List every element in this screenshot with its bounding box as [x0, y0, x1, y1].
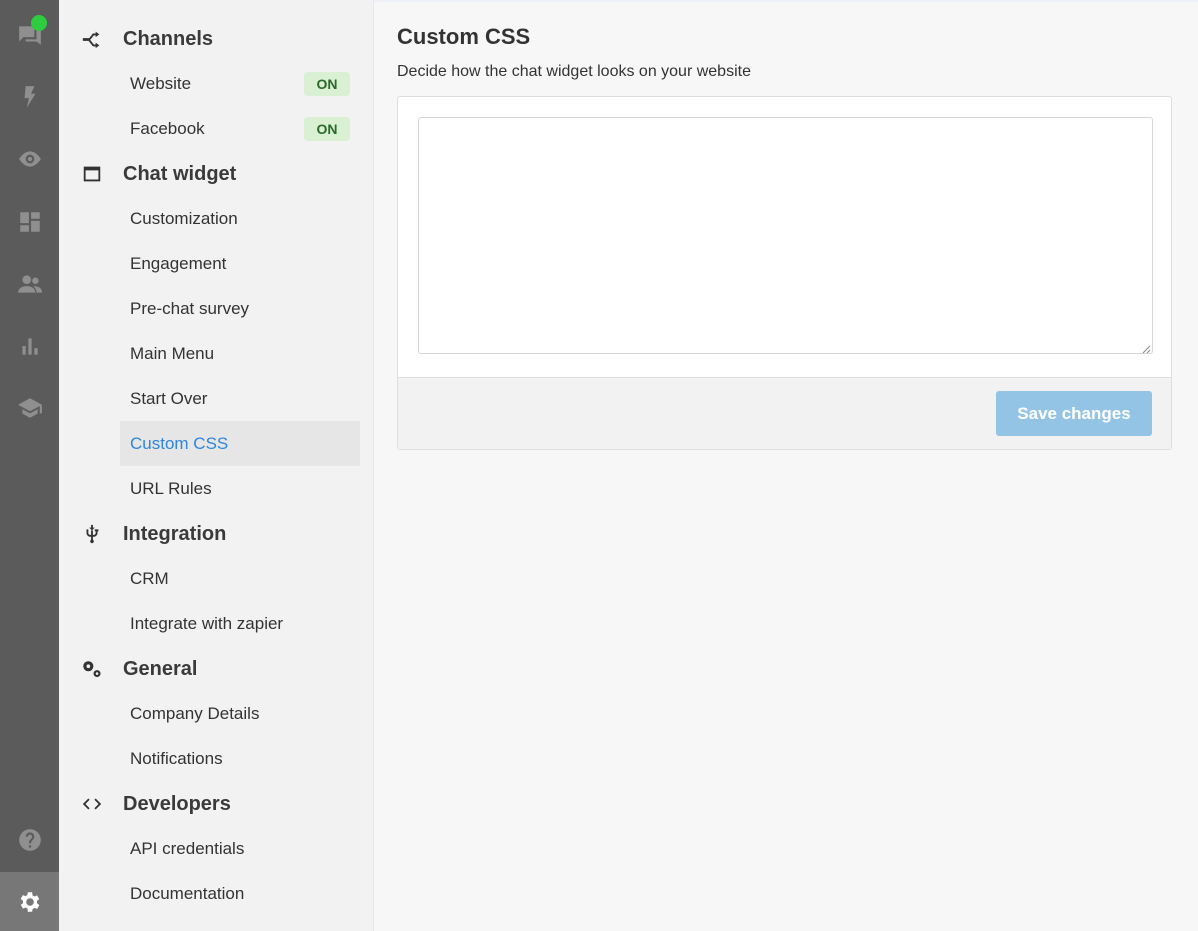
- page-subtitle: Decide how the chat widget looks on your…: [397, 63, 751, 80]
- card-footer: Save changes: [398, 377, 1171, 449]
- window-icon: [81, 163, 109, 185]
- visitors-rail-button[interactable]: [0, 139, 59, 179]
- sidebar-item-documentation[interactable]: Documentation: [120, 871, 360, 916]
- sidebar-item-company-details[interactable]: Company Details: [120, 691, 360, 736]
- chat-rail-button[interactable]: [0, 15, 59, 55]
- settings-rail-button[interactable]: [0, 872, 59, 931]
- reports-rail-button[interactable]: [0, 326, 59, 366]
- settings-icon: [20, 891, 39, 912]
- sidebar-item-start-over[interactable]: Start Over: [120, 376, 360, 421]
- bolt-icon: [24, 86, 35, 108]
- settings-sidebar: Channels Website ON Facebook ON Chat wid…: [59, 0, 374, 931]
- section-title: Chat widget: [123, 162, 237, 185]
- online-status-dot: [31, 15, 47, 31]
- section-integration: Integration: [81, 519, 226, 549]
- contacts-rail-button[interactable]: [0, 264, 59, 304]
- sidebar-item-label: Notifications: [130, 748, 223, 768]
- sidebar-item-customization[interactable]: Customization: [120, 196, 360, 241]
- sidebar-item-label: Customization: [130, 208, 238, 228]
- section-channels: Channels: [81, 24, 213, 54]
- section-developers: Developers: [81, 789, 231, 819]
- sidebar-item-label: Company Details: [130, 703, 260, 723]
- custom-css-card: Save changes: [397, 96, 1172, 450]
- sidebar-item-custom-css[interactable]: Custom CSS: [120, 421, 360, 466]
- sidebar-item-label: Start Over: [130, 388, 208, 408]
- status-badge: ON: [304, 72, 350, 96]
- sidebar-item-notifications[interactable]: Notifications: [120, 736, 360, 781]
- sidebar-item-label: Pre-chat survey: [130, 298, 250, 318]
- sidebar-item-label: CRM: [130, 568, 169, 588]
- main-content: Custom CSS Decide how the chat widget lo…: [374, 0, 1198, 931]
- bar-chart-icon: [21, 338, 38, 355]
- status-badge: ON: [304, 117, 350, 141]
- sidebar-item-label: Facebook: [130, 118, 205, 138]
- custom-css-textarea[interactable]: [418, 117, 1153, 354]
- gears-icon: [81, 658, 109, 680]
- sidebar-item-api-credentials[interactable]: API credentials: [120, 826, 360, 871]
- sidebar-item-label: Engagement: [130, 253, 227, 273]
- sidebar-item-crm[interactable]: CRM: [120, 556, 360, 601]
- eye-icon: [18, 151, 41, 167]
- sidebar-item-label: URL Rules: [130, 478, 212, 498]
- section-chat-widget: Chat widget: [81, 159, 236, 189]
- dashboard-icon: [19, 212, 40, 232]
- icon-rail: [0, 0, 59, 931]
- automation-rail-button[interactable]: [0, 77, 59, 117]
- section-title: Integration: [123, 522, 227, 545]
- sidebar-item-label: Custom CSS: [130, 433, 229, 453]
- sidebar-item-website[interactable]: Website ON: [120, 61, 360, 106]
- sidebar-item-url-rules[interactable]: URL Rules: [120, 466, 360, 511]
- sidebar-item-label: Website: [130, 73, 192, 93]
- section-title: Developers: [123, 792, 231, 815]
- people-icon: [17, 275, 42, 293]
- sidebar-item-pre-chat-survey[interactable]: Pre-chat survey: [120, 286, 360, 331]
- sidebar-item-engagement[interactable]: Engagement: [120, 241, 360, 286]
- section-title: General: [123, 657, 198, 680]
- channels-icon: [81, 28, 109, 50]
- graduation-cap-icon: [17, 398, 42, 418]
- sidebar-item-zapier[interactable]: Integrate with zapier: [120, 601, 360, 646]
- section-title: Channels: [123, 27, 214, 50]
- section-general: General: [81, 654, 197, 684]
- code-icon: [81, 793, 109, 815]
- usb-icon: [81, 523, 109, 545]
- page-title: Custom CSS: [397, 24, 531, 49]
- sidebar-item-label: Documentation: [130, 883, 245, 903]
- help-icon: [18, 829, 41, 851]
- sidebar-item-label: Integrate with zapier: [130, 613, 284, 633]
- sidebar-item-label: API credentials: [130, 838, 245, 858]
- resize-grip-icon[interactable]: [1142, 345, 1151, 354]
- save-changes-button[interactable]: Save changes: [996, 391, 1152, 436]
- help-rail-button[interactable]: [0, 820, 59, 860]
- sidebar-item-main-menu[interactable]: Main Menu: [120, 331, 360, 376]
- sidebar-item-facebook[interactable]: Facebook ON: [120, 106, 360, 151]
- academy-rail-button[interactable]: [0, 388, 59, 428]
- sidebar-item-label: Main Menu: [130, 343, 215, 363]
- dashboard-rail-button[interactable]: [0, 202, 59, 242]
